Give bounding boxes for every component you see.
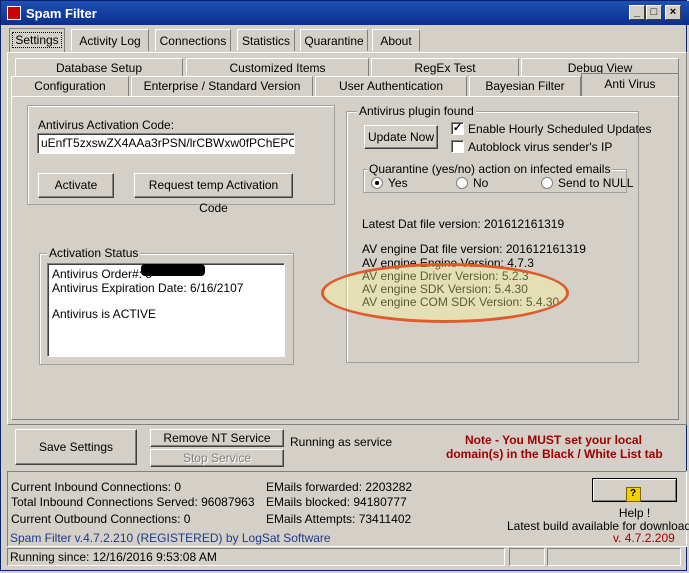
expiration-date-line: Antivirus Expiration Date: 6/16/2107 — [52, 281, 244, 295]
update-now-button[interactable]: Update Now — [364, 125, 438, 149]
note-line-2: domain(s) in the Black / White List tab — [446, 447, 663, 461]
quarantine-action-label: Quarantine (yes/no) action on infected e… — [367, 162, 613, 176]
tab-activity-log[interactable]: Activity Log — [71, 29, 149, 51]
tab-database-setup[interactable]: Database Setup — [15, 58, 183, 77]
remove-nt-service-button[interactable]: Remove NT Service — [150, 429, 284, 447]
latest-build-version[interactable]: v. 4.7.2.209 — [613, 531, 675, 545]
request-temp-code-button[interactable]: Request temp Activation Code — [134, 173, 293, 215]
emails-blocked: EMails blocked: 94180777 — [266, 495, 407, 509]
main-window: Spam Filter _ □ × Settings Activity Log … — [0, 0, 689, 571]
tab-settings[interactable]: Settings — [9, 28, 65, 53]
activation-status-label: Activation Status — [47, 246, 141, 260]
quarantine-yes-label: Yes — [388, 176, 408, 190]
window-title: Spam Filter — [26, 6, 97, 21]
hourly-updates-checkbox[interactable]: ✓ — [451, 122, 464, 135]
app-icon — [7, 6, 21, 20]
current-outbound-connections: Current Outbound Connections: 0 — [11, 512, 191, 526]
help-icon: ? — [625, 487, 641, 502]
close-button[interactable]: × — [665, 5, 681, 20]
version-link[interactable]: Spam Filter v.4.7.2.210 (REGISTERED) by … — [10, 531, 331, 545]
tab-regex-test[interactable]: RegEx Test — [371, 58, 519, 77]
tab-statistics[interactable]: Statistics — [237, 29, 295, 51]
help-button[interactable]: ? Help ! — [592, 478, 677, 520]
antivirus-plugin-label: Antivirus plugin found — [357, 104, 476, 118]
activation-code-label: Antivirus Activation Code: — [38, 118, 175, 132]
autoblock-label: Autoblock virus sender's IP — [468, 140, 613, 154]
status-bar-cell-2 — [509, 548, 545, 566]
total-inbound-connections: Total Inbound Connections Served: 960879… — [11, 495, 255, 509]
tab-quarantine[interactable]: Quarantine — [300, 29, 368, 51]
active-status-line: Antivirus is ACTIVE — [52, 307, 157, 321]
highlight-ellipse — [321, 263, 569, 323]
note-line-1: Note - You MUST set your local — [465, 433, 642, 447]
tab-anti-virus[interactable]: Anti Virus — [581, 73, 679, 97]
quarantine-no-radio[interactable] — [456, 177, 468, 189]
current-inbound-connections: Current Inbound Connections: 0 — [11, 480, 182, 494]
tab-customized-items[interactable]: Customized Items — [186, 58, 369, 77]
service-status-text: Running as service — [290, 435, 393, 449]
tab-enterprise-standard[interactable]: Enterprise / Standard Version — [131, 76, 313, 96]
activate-button[interactable]: Activate — [38, 173, 114, 198]
activation-status-memo[interactable]: Antivirus Order#: 5 Antivirus Expiration… — [47, 263, 285, 357]
autoblock-checkbox[interactable] — [451, 140, 464, 153]
quarantine-null-label: Send to NULL — [558, 176, 634, 190]
minimize-button[interactable]: _ — [629, 5, 645, 20]
tab-configuration[interactable]: Configuration — [11, 76, 129, 96]
tab-bayesian-filter[interactable]: Bayesian Filter — [469, 76, 581, 96]
redaction-mark — [141, 264, 205, 276]
engine-dat-version: AV engine Dat file version: 201612161319 — [362, 242, 586, 256]
tab-connections[interactable]: Connections — [155, 29, 231, 51]
status-bar-running-since: Running since: 12/16/2016 9:53:08 AM — [7, 548, 505, 566]
hourly-updates-label: Enable Hourly Scheduled Updates — [468, 122, 652, 136]
quarantine-no-label: No — [473, 176, 489, 190]
stop-service-button[interactable]: Stop Service — [150, 449, 284, 467]
tab-about[interactable]: About — [372, 29, 420, 51]
emails-forwarded: EMails forwarded: 2203282 — [266, 480, 413, 494]
title-bar[interactable]: Spam Filter _ □ × — [1, 1, 689, 25]
maximize-button[interactable]: □ — [646, 5, 662, 20]
latest-dat-version: Latest Dat file version: 201612161319 — [362, 217, 565, 231]
quarantine-null-radio[interactable] — [541, 177, 553, 189]
emails-attempts: EMails Attempts: 73411402 — [266, 512, 412, 526]
activation-code-input[interactable]: uEnfT5zxswZX4AAa3rPSN/lrCBWxw0fPChEPO9/Q — [37, 133, 295, 154]
save-settings-button[interactable]: Save Settings — [15, 429, 137, 465]
status-bar-cell-3 — [547, 548, 681, 566]
tab-user-authentication[interactable]: User Authentication — [315, 76, 467, 96]
quarantine-yes-radio[interactable] — [371, 177, 383, 189]
